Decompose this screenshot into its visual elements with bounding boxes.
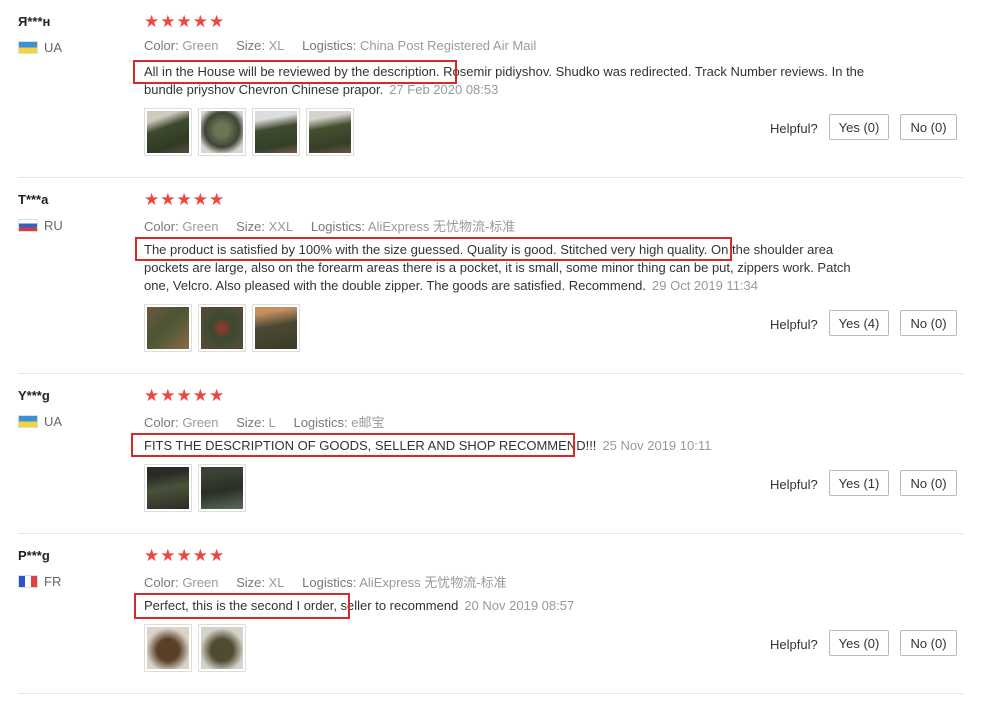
ukraine-flag-icon — [18, 41, 38, 54]
review-photo[interactable] — [198, 624, 246, 672]
logistics-value: e邮宝 — [351, 415, 385, 430]
size-value: L — [268, 415, 276, 430]
highlight-box — [134, 593, 350, 619]
color-label: Color: — [144, 415, 179, 430]
review-meta: Color: Green Size: XL Logistics: AliExpr… — [144, 572, 507, 591]
logistics-label: Logistics: — [302, 575, 357, 590]
helpful-no-button[interactable]: No (0) — [900, 114, 957, 140]
review-photo[interactable] — [144, 304, 192, 352]
reviewer-country: FR — [18, 574, 61, 589]
helpful-yes-button[interactable]: Yes (0) — [829, 630, 889, 656]
review-photo[interactable] — [306, 108, 354, 156]
helpful-label: Helpful? — [770, 317, 818, 332]
size-label: Size: — [236, 219, 265, 234]
color-label: Color: — [144, 38, 179, 53]
review-photo[interactable] — [252, 108, 300, 156]
russia-flag-icon — [18, 219, 38, 232]
star-rating: ★★★★★ — [144, 386, 226, 405]
size-value: XL — [268, 575, 285, 590]
review-date: 25 Nov 2019 10:11 — [602, 438, 712, 453]
reviewer-name: P***g — [18, 548, 50, 563]
color-label: Color: — [144, 575, 179, 590]
helpful-label: Helpful? — [770, 477, 818, 492]
reviewer-country: UA — [18, 414, 62, 429]
helpful-no-button[interactable]: No (0) — [900, 310, 957, 336]
review-photo[interactable] — [252, 304, 300, 352]
logistics-label: Logistics: — [310, 219, 366, 234]
reviewer-name: T***a — [18, 192, 49, 207]
review-divider — [18, 693, 964, 694]
reviewer-country: UA — [18, 40, 62, 55]
highlight-box — [135, 237, 732, 261]
helpful-label: Helpful? — [770, 121, 818, 136]
size-label: Size: — [236, 575, 265, 590]
photo-strip — [144, 464, 246, 512]
review-meta: Color: Green Size: XXL Logistics: AliExp… — [144, 216, 515, 235]
ukraine-flag-icon — [18, 415, 38, 428]
star-rating: ★★★★★ — [144, 12, 226, 31]
color-value: Green — [182, 415, 219, 430]
country-code: FR — [44, 574, 62, 589]
logistics-value: AliExpress 无忧物流-标准 — [359, 575, 507, 590]
review-date: 29 Oct 2019 11:34 — [652, 278, 759, 293]
color-value: Green — [182, 219, 219, 234]
reviewer-country: RU — [18, 218, 63, 233]
color-value: Green — [182, 575, 219, 590]
helpful-no-button[interactable]: No (0) — [900, 630, 957, 656]
size-value: XL — [268, 38, 285, 53]
review-photo[interactable] — [144, 624, 192, 672]
review-divider — [18, 177, 964, 178]
review-meta: Color: Green Size: XL Logistics: China P… — [144, 38, 536, 53]
helpful-yes-button[interactable]: Yes (1) — [829, 470, 889, 496]
review-photo[interactable] — [144, 108, 192, 156]
review-photo[interactable] — [198, 108, 246, 156]
review-divider — [18, 533, 964, 534]
review-photo[interactable] — [198, 464, 246, 512]
highlight-box — [131, 433, 575, 457]
reviewer-name: Y***g — [18, 388, 50, 403]
helpful-yes-button[interactable]: Yes (0) — [829, 114, 889, 140]
logistics-value: AliExpress 无忧物流-标准 — [367, 219, 516, 234]
review-date: 20 Nov 2019 08:57 — [464, 598, 575, 613]
review-photo[interactable] — [144, 464, 192, 512]
review-photo[interactable] — [198, 304, 246, 352]
size-value: XXL — [268, 219, 294, 234]
helpful-yes-button[interactable]: Yes (4) — [829, 310, 889, 336]
star-rating: ★★★★★ — [144, 190, 226, 209]
size-label: Size: — [236, 415, 265, 430]
logistics-label: Logistics: — [293, 415, 348, 430]
logistics-label: Logistics: — [302, 38, 357, 53]
country-code: UA — [44, 40, 63, 55]
highlight-box — [133, 60, 457, 84]
review-divider — [18, 373, 964, 374]
helpful-no-button[interactable]: No (0) — [900, 470, 957, 496]
review-date: 27 Feb 2020 08:53 — [389, 82, 499, 97]
review-body: seller to recommend — [336, 598, 459, 613]
color-value: Green — [182, 38, 219, 53]
size-label: Size: — [236, 38, 265, 53]
helpful-label: Helpful? — [770, 637, 818, 652]
country-code: UA — [44, 414, 63, 429]
color-label: Color: — [144, 219, 179, 234]
review-meta: Color: Green Size: L Logistics: e邮宝 — [144, 412, 385, 431]
reviewer-name: Я***н — [18, 14, 51, 29]
photo-strip — [144, 108, 354, 156]
france-flag-icon — [18, 575, 38, 588]
photo-strip — [144, 624, 246, 672]
logistics-value: China Post Registered Air Mail — [359, 38, 537, 53]
photo-strip — [144, 304, 300, 352]
country-code: RU — [44, 218, 63, 233]
star-rating: ★★★★★ — [144, 546, 226, 565]
